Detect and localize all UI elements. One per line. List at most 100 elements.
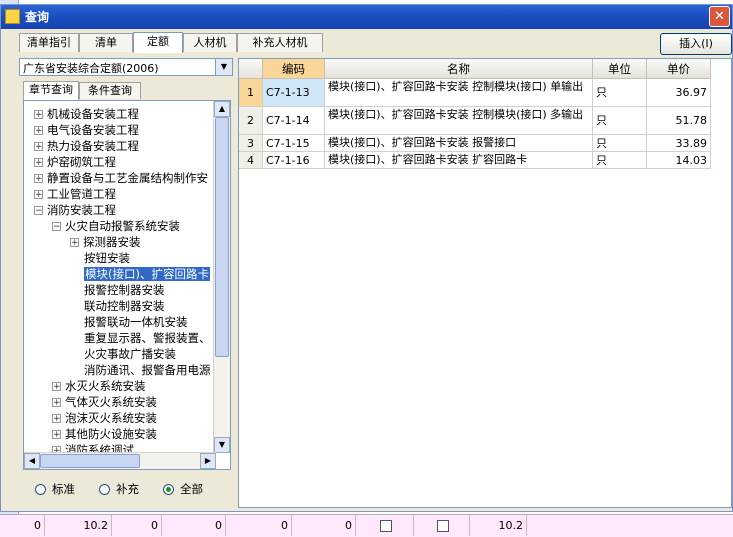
tree-item[interactable]: 按钮安装 [84,250,130,266]
tree-item[interactable]: 联动控制器安装 [84,298,165,314]
cell-unit[interactable]: 只 [593,152,647,169]
tree-item[interactable]: + 热力设备安装工程 [34,138,139,154]
header-price[interactable]: 单价 [647,59,711,79]
tree-item-label: 水灭火系统安装 [65,379,146,393]
tree-item-label: 模块(接口)、扩容回路卡 [84,267,210,281]
table-row[interactable]: 1 C7-1-13 模块(接口)、扩容回路卡安装 控制模块(接口) 单输出只 36.9… [239,79,731,107]
cell-price[interactable]: 51.78 [647,107,711,135]
scroll-thumb[interactable] [215,117,229,357]
scroll-right-icon[interactable]: ▶ [200,453,216,469]
insert-button[interactable]: 插入(I) [660,33,732,55]
cell-name[interactable]: 模块(接口)、扩容回路卡安装 报警接口 [325,135,593,152]
tab-quota[interactable]: 定额 [133,32,183,53]
radio-supplementary[interactable]: 补充 [99,481,139,497]
cell-name[interactable]: 模块(接口)、扩容回路卡安装 扩容回路卡 [325,152,593,169]
vertical-scrollbar[interactable]: ▲ ▼ [213,101,230,453]
cell-name[interactable]: 模块(接口)、扩容回路卡安装 控制模块(接口) 单输出 [325,79,593,107]
quota-library-value: 广东省安装综合定额(2006) [23,62,159,75]
scroll-up-icon[interactable]: ▲ [214,101,230,117]
expand-icon[interactable]: + [34,110,43,120]
horizontal-scrollbar[interactable]: ◀ ▶ [24,452,216,469]
radio-icon[interactable] [35,484,46,495]
tab-chapter-search[interactable]: 章节查询 [23,81,79,100]
tree-item[interactable]: + 炉窑砌筑工程 [34,154,116,170]
tree-item-label: 热力设备安装工程 [47,139,139,153]
tree-item-label: 工业管道工程 [47,187,116,201]
cell-num[interactable]: 3 [239,135,263,152]
title-bar[interactable]: 查询 ✕ [1,5,732,29]
cell-unit[interactable]: 只 [593,107,647,135]
cell-price[interactable]: 14.03 [647,152,711,169]
checkbox[interactable] [437,520,449,532]
radio-all[interactable]: 全部 [163,481,203,497]
cell: 0 [226,515,292,536]
tree-item[interactable]: + 泡沫灭火系统安装 [52,410,157,426]
tree-item[interactable]: + 工业管道工程 [34,186,116,202]
tree-item[interactable]: 重复显示器、警报装置、 [84,330,211,346]
cell-code[interactable]: C7-1-16 [263,152,325,169]
header-unit[interactable]: 单位 [593,59,647,79]
tab-condition-search[interactable]: 条件查询 [79,82,141,99]
header-code[interactable]: 编码 [263,59,325,79]
tree-item[interactable]: + 其他防火设施安装 [52,426,157,442]
tab-materials[interactable]: 人材机 [183,33,237,52]
tab-bill-guide[interactable]: 清单指引 [19,33,79,52]
tree-item[interactable]: + 探测器安装 [70,234,141,250]
tab-bill[interactable]: 清单 [79,33,133,52]
cell-code[interactable]: C7-1-15 [263,135,325,152]
cell-unit[interactable]: 只 [593,135,647,152]
scroll-left-icon[interactable]: ◀ [24,453,40,469]
expand-icon[interactable]: + [34,158,43,168]
chapter-tree: + 机械设备安装工程 + 电气设备安装工程 + 热力设备安装工程 + 炉窑砌筑工程 + 静置设备与… [23,100,231,470]
cell-num[interactable]: 4 [239,152,263,169]
tree-item[interactable]: 消防通讯、报警备用电源 [84,362,211,378]
tree-item[interactable]: + 水灭火系统安装 [52,378,146,394]
tree-item[interactable]: 模块(接口)、扩容回路卡 [84,266,210,282]
tree-item[interactable]: 报警控制器安装 [84,282,165,298]
scroll-down-icon[interactable]: ▼ [214,437,230,453]
tree-item-label: 报警联动一体机安装 [84,315,188,329]
cell-price[interactable]: 33.89 [647,135,711,152]
tab-supplementary-materials[interactable]: 补充人材机 [237,33,323,52]
cell-price[interactable]: 36.97 [647,79,711,107]
close-icon[interactable]: ✕ [709,6,730,27]
expand-icon[interactable]: + [34,126,43,136]
collapse-icon[interactable]: − [52,222,61,232]
scroll-thumb[interactable] [40,454,140,468]
expand-icon[interactable]: + [34,174,43,184]
chevron-down-icon[interactable]: ▼ [215,59,232,75]
radio-icon[interactable] [163,484,174,495]
cell-code[interactable]: C7-1-14 [263,107,325,135]
collapse-icon[interactable]: − [34,206,43,216]
expand-icon[interactable]: + [52,414,61,424]
table-row[interactable]: 2 C7-1-14 模块(接口)、扩容回路卡安装 控制模块(接口) 多输出只 51.7… [239,107,731,135]
expand-icon[interactable]: + [52,430,61,440]
tree-item[interactable]: 火灾事故广播安装 [84,346,176,362]
table-row[interactable]: 4 C7-1-16 模块(接口)、扩容回路卡安装 扩容回路卡只 14.03 [239,152,731,169]
expand-icon[interactable]: + [34,190,43,200]
tree-item[interactable]: + 气体灭火系统安装 [52,394,157,410]
tree-item[interactable]: + 电气设备安装工程 [34,122,139,138]
tree-item[interactable]: + 静置设备与工艺金属结构制作安 [34,170,208,186]
cell-name[interactable]: 模块(接口)、扩容回路卡安装 控制模块(接口) 多输出 [325,107,593,135]
expand-icon[interactable]: + [52,382,61,392]
checkbox[interactable] [380,520,392,532]
cell-unit[interactable]: 只 [593,79,647,107]
table-row[interactable]: 3 C7-1-15 模块(接口)、扩容回路卡安装 报警接口只 33.89 [239,135,731,152]
expand-icon[interactable]: + [52,398,61,408]
expand-icon[interactable]: + [70,238,79,248]
radio-standard[interactable]: 标准 [35,481,75,497]
radio-label: 标准 [52,482,75,496]
cell-code[interactable]: C7-1-13 [263,79,325,107]
quota-library-select[interactable]: 广东省安装综合定额(2006) ▼ [19,58,233,76]
tree-item[interactable]: − 消防安装工程 [34,202,116,218]
cell-num[interactable]: 1 [239,79,263,107]
radio-icon[interactable] [99,484,110,495]
tree-item[interactable]: − 火灾自动报警系统安装 [52,218,180,234]
tree-item[interactable]: 报警联动一体机安装 [84,314,188,330]
expand-icon[interactable]: + [34,142,43,152]
tree-item[interactable]: + 机械设备安装工程 [34,106,139,122]
header-row-number [239,59,263,79]
cell-num[interactable]: 2 [239,107,263,135]
header-name[interactable]: 名称 [325,59,593,79]
